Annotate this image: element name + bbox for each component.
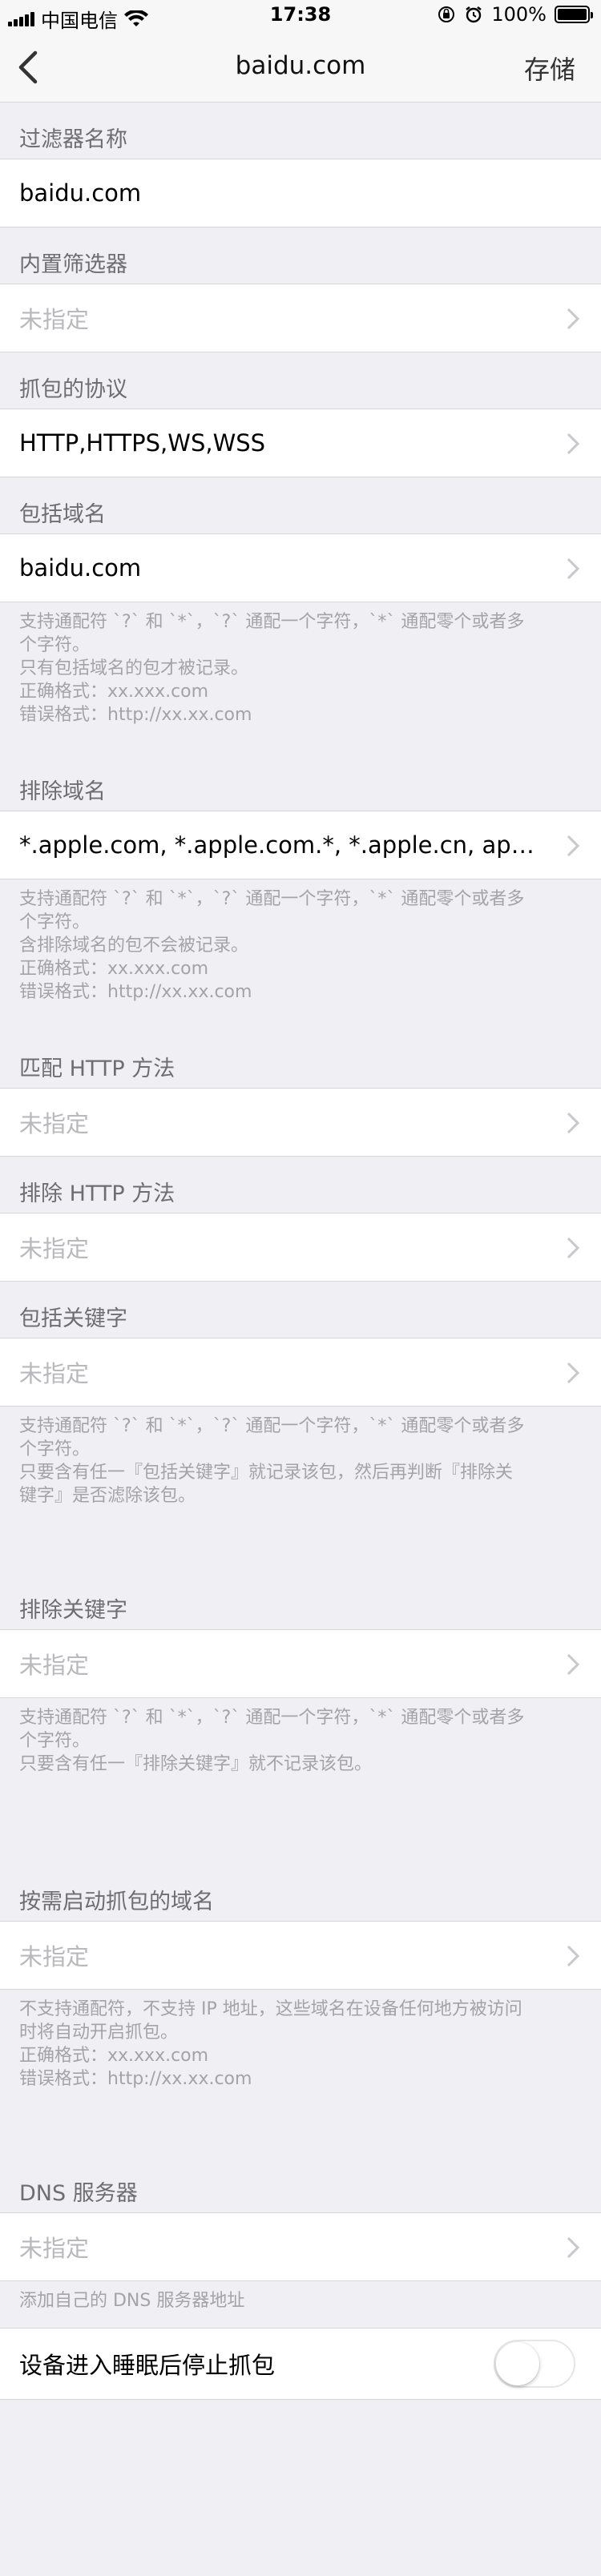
dns-server-help: 添加自己的 DNS 服务器地址 — [19, 2291, 245, 2311]
match-http-method-row[interactable]: 未指定 — [0, 1088, 601, 1157]
sleep-stop-toggle[interactable] — [494, 2340, 575, 2388]
filter-name-field[interactable]: baidu.com — [0, 159, 601, 227]
exclude-domain-value: *.apple.com, *.apple.com.*, *.apple.cn, … — [19, 831, 545, 859]
section-header-builtin-filter: 内置筛选器 — [19, 252, 127, 277]
chevron-right-icon — [567, 1237, 580, 1259]
match-http-method-value: 未指定 — [19, 1110, 90, 1137]
chevron-right-icon — [567, 1112, 580, 1134]
include-keyword-row[interactable]: 未指定 — [0, 1338, 601, 1407]
on-demand-domain-value: 未指定 — [19, 1943, 90, 1970]
section-header-on-demand-domain: 按需启动抓包的域名 — [19, 1890, 214, 1914]
chevron-right-icon — [567, 557, 580, 580]
page-title: baidu.com — [235, 51, 366, 80]
include-domain-help: 支持通配符 `?` 和 `*`，`?` 通配一个字符，`*` 通配零个或者多 个… — [19, 612, 525, 725]
alarm-icon — [466, 6, 482, 23]
chevron-right-icon — [567, 835, 580, 857]
section-header-protocol: 抓包的协议 — [19, 377, 127, 402]
chevron-right-icon — [567, 433, 580, 455]
exclude-http-method-row[interactable]: 未指定 — [0, 1213, 601, 1282]
status-bar: 中国电信 17:38 100% — [0, 0, 601, 32]
section-header-include-keyword: 包括关键字 — [19, 1306, 127, 1331]
protocol-value: HTTP,HTTPS,WS,WSS — [19, 429, 266, 457]
chevron-right-icon — [567, 308, 580, 330]
rotation-lock-icon — [438, 6, 455, 22]
dns-server-value: 未指定 — [19, 2235, 90, 2262]
section-header-exclude-domain: 排除域名 — [19, 779, 106, 804]
section-header-dns-server: DNS 服务器 — [19, 2181, 138, 2206]
sleep-stop-row: 设备进入睡眠后停止抓包 — [0, 2328, 601, 2400]
exclude-domain-help: 支持通配符 `?` 和 `*`，`?` 通配一个字符，`*` 通配零个或者多 个… — [19, 889, 525, 1002]
dns-server-row[interactable]: 未指定 — [0, 2212, 601, 2281]
include-domain-value: baidu.com — [19, 554, 142, 582]
exclude-domain-row[interactable]: *.apple.com, *.apple.com.*, *.apple.cn, … — [0, 811, 601, 879]
settings-list: 过滤器名称 baidu.com 内置筛选器 未指定 抓包的协议 HTTP,HTT… — [0, 103, 601, 2400]
on-demand-domain-help: 不支持通配符，不支持 IP 地址，这些域名在设备任何地方被访问 时将自动开启抓包… — [19, 1999, 522, 2089]
builtin-filter-row[interactable]: 未指定 — [0, 284, 601, 352]
exclude-keyword-help: 支持通配符 `?` 和 `*`，`?` 通配一个字符，`*` 通配零个或者多 个… — [19, 1708, 525, 1774]
on-demand-domain-row[interactable]: 未指定 — [0, 1921, 601, 1990]
save-button[interactable]: 存储 — [524, 50, 575, 87]
chevron-right-icon — [567, 1653, 580, 1676]
battery-percent: 100% — [491, 3, 547, 26]
section-header-filter-name: 过滤器名称 — [19, 127, 127, 152]
protocol-row[interactable]: HTTP,HTTPS,WS,WSS — [0, 409, 601, 477]
navigation-bar: baidu.com 存储 — [0, 32, 601, 103]
section-header-exclude-http-method: 排除 HTTP 方法 — [19, 1181, 175, 1206]
include-keyword-help: 支持通配符 `?` 和 `*`，`?` 通配一个字符，`*` 通配零个或者多 个… — [19, 1416, 525, 1506]
section-header-exclude-keyword: 排除关键字 — [19, 1598, 127, 1623]
battery-icon — [555, 6, 593, 23]
sleep-stop-label: 设备进入睡眠后停止抓包 — [19, 2352, 276, 2379]
include-keyword-value: 未指定 — [19, 1360, 90, 1387]
exclude-http-method-value: 未指定 — [19, 1235, 90, 1262]
exclude-keyword-row[interactable]: 未指定 — [0, 1629, 601, 1698]
chevron-right-icon — [567, 1945, 580, 1967]
builtin-filter-value: 未指定 — [19, 306, 90, 333]
chevron-right-icon — [567, 1362, 580, 1384]
exclude-keyword-value: 未指定 — [19, 1652, 90, 1679]
chevron-right-icon — [567, 2236, 580, 2259]
section-header-match-http-method: 匹配 HTTP 方法 — [19, 1057, 175, 1081]
filter-name-value: baidu.com — [19, 179, 142, 207]
toggle-knob — [496, 2342, 539, 2385]
include-domain-row[interactable]: baidu.com — [0, 533, 601, 602]
section-header-include-domain: 包括域名 — [19, 502, 106, 527]
